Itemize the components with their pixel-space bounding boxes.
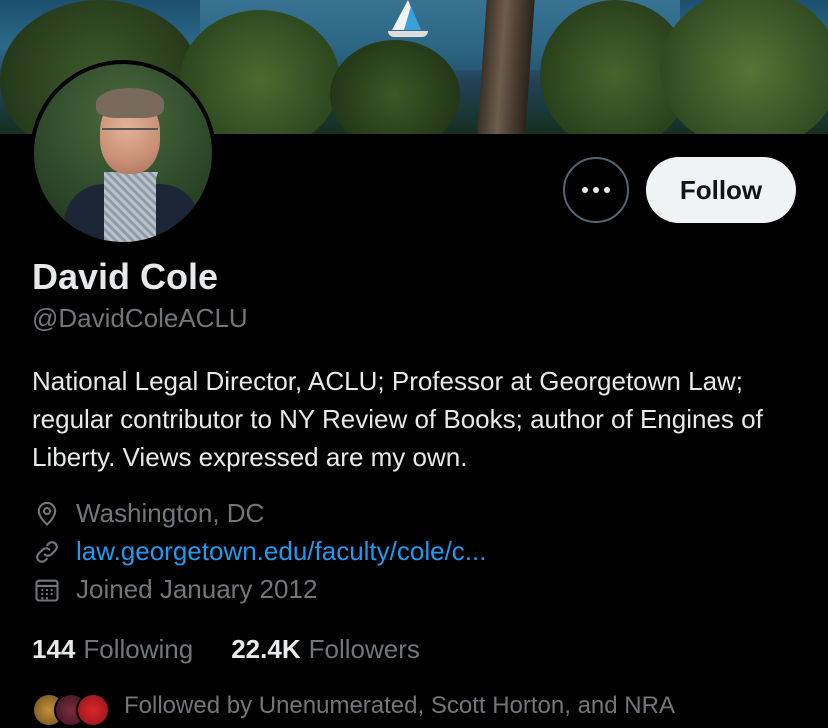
banner-boat	[388, 31, 428, 37]
more-options-button[interactable]	[563, 157, 629, 223]
location-text: Washington, DC	[76, 498, 265, 528]
avatar-glasses	[102, 128, 158, 142]
joined-text: Joined January 2012	[76, 574, 318, 604]
following-stat[interactable]: 144 Following	[32, 634, 193, 665]
followed-by-text: Followed by Unenumerated, Scott Horton, …	[124, 692, 675, 719]
profile-stats: 144 Following 22.4K Followers	[32, 634, 458, 665]
profile-website: law.georgetown.edu/faculty/cole/c...	[32, 536, 486, 567]
follower-avatar	[76, 693, 110, 727]
follow-button[interactable]: Follow	[646, 157, 796, 223]
profile-joined: Joined January 2012	[32, 574, 317, 605]
more-dots-icon	[582, 187, 610, 193]
website-link[interactable]: law.georgetown.edu/faculty/cole/c...	[76, 536, 486, 567]
followers-stat[interactable]: 22.4K Followers	[231, 634, 420, 665]
profile-name: David Cole	[32, 256, 219, 297]
following-label: Following	[83, 634, 194, 664]
banner-tree	[660, 0, 828, 134]
profile-location: Washington, DC	[32, 498, 264, 529]
following-count: 144	[32, 634, 76, 664]
location-pin-icon	[32, 499, 62, 529]
profile-handle: @DavidColeACLU	[32, 303, 248, 333]
calendar-icon	[32, 575, 62, 605]
banner-sail-blue	[404, 6, 421, 30]
banner-trunk	[477, 0, 535, 134]
link-icon	[32, 537, 62, 567]
profile-bio: National Legal Director, ACLU; Professor…	[32, 366, 763, 472]
followers-label: Followers	[308, 634, 420, 664]
followers-count: 22.4K	[231, 634, 301, 664]
avatar-shirt	[104, 172, 156, 242]
avatar-hair	[96, 88, 164, 118]
profile-avatar[interactable]	[30, 60, 216, 246]
